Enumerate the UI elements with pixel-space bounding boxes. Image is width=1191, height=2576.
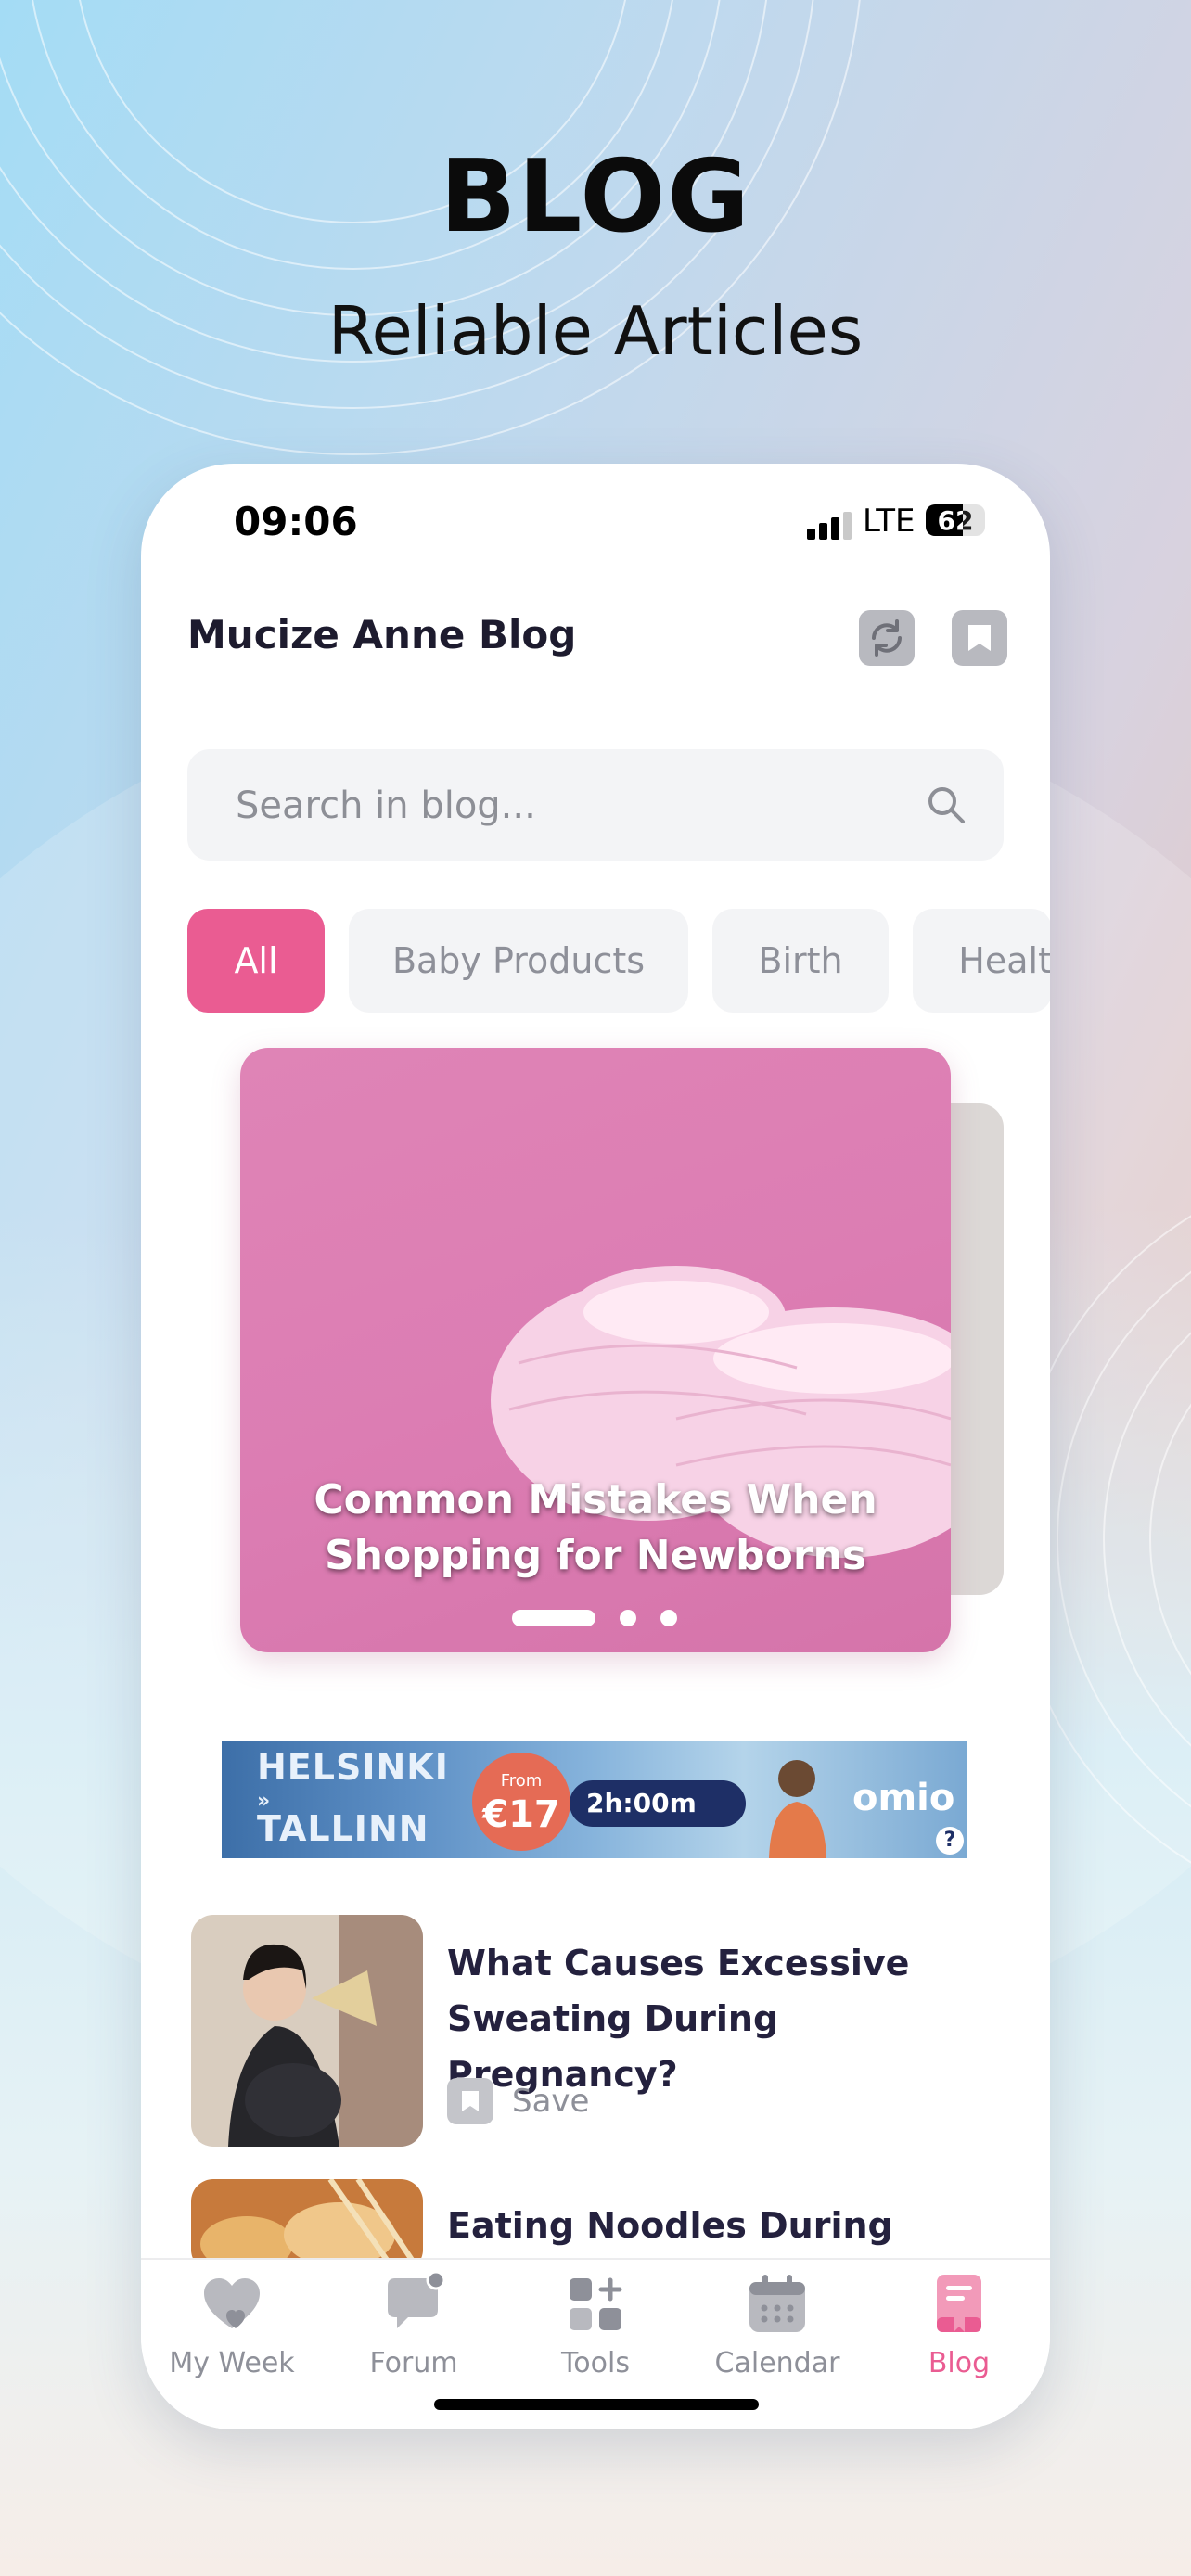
carousel-dot[interactable]: [620, 1610, 636, 1626]
tab-forum[interactable]: Forum: [323, 2273, 505, 2393]
ad-duration-text: 2h:00m: [586, 1788, 697, 1818]
ad-city-from: HELSINKI: [257, 1747, 449, 1788]
tab-label: Forum: [369, 2347, 458, 2379]
carousel-dot[interactable]: [660, 1610, 677, 1626]
ad-info-icon[interactable]: ?: [936, 1827, 964, 1855]
chip-baby-products[interactable]: Baby Products: [349, 909, 688, 1013]
search-input[interactable]: [234, 782, 905, 830]
phone-screen: 09:06 LTE 62 Mucize Anne Blog Search in …: [141, 464, 1050, 2429]
search-bar: [187, 749, 1004, 861]
ad-brand-logo: omio: [852, 1777, 955, 1819]
ad-banner[interactable]: HELSINKI » TALLINN From €17 2h:00m omio …: [222, 1741, 967, 1858]
article-thumbnail: [191, 1915, 423, 2147]
list-item[interactable]: What Causes Excessive Sweating During Pr…: [187, 1915, 1004, 2156]
home-indicator: [434, 2399, 759, 2410]
saved-articles-button[interactable]: [952, 610, 1007, 666]
chip-all[interactable]: All: [187, 909, 325, 1013]
tab-label: Blog: [928, 2347, 991, 2379]
ad-duration: 2h:00m: [570, 1780, 746, 1827]
tab-label: Calendar: [714, 2347, 840, 2379]
tab-label: Tools: [561, 2347, 630, 2379]
hero-title: BLOG: [440, 139, 751, 255]
battery-icon: 62: [926, 504, 985, 536]
tab-tools[interactable]: Tools: [505, 2273, 686, 2393]
tab-label: My Week: [169, 2347, 295, 2379]
search-icon[interactable]: [924, 783, 968, 827]
tab-blog[interactable]: Blog: [868, 2273, 1050, 2393]
ad-price: €17: [482, 1793, 560, 1836]
tab-my-week[interactable]: My Week: [141, 2273, 323, 2393]
status-time: 09:06: [234, 499, 358, 544]
refresh-button[interactable]: [859, 610, 915, 666]
carousel-dot-active[interactable]: [512, 1610, 596, 1626]
chip-label: All: [234, 940, 278, 981]
save-button[interactable]: Save: [447, 2077, 589, 2125]
ad-city-to: TALLINN: [257, 1808, 429, 1849]
refresh-icon: [872, 619, 902, 657]
status-bar: 09:06 LTE 62: [141, 491, 1050, 556]
chip-label: Healt: [958, 940, 1050, 981]
ad-person-image: [769, 1760, 826, 1858]
heart-icon: [204, 2278, 260, 2328]
bookmark-icon: [968, 625, 991, 651]
network-type: LTE: [863, 503, 916, 540]
page-title: Mucize Anne Blog: [187, 612, 577, 657]
chip-birth[interactable]: Birth: [712, 909, 889, 1013]
signal-icon: [807, 512, 852, 540]
blog-book-icon: [937, 2275, 981, 2332]
chip-label: Baby Products: [391, 940, 646, 981]
ad-price-prefix: From: [500, 1771, 543, 1791]
hero-subtitle: Reliable Articles: [327, 292, 864, 370]
carousel-indicator: [240, 1610, 951, 1628]
featured-article-title: Common Mistakes When Shopping for Newbor…: [314, 1476, 877, 1579]
battery-percent: 62: [937, 505, 974, 536]
pregnant-woman-image: [191, 1915, 423, 2147]
tab-calendar[interactable]: Calendar: [686, 2273, 868, 2393]
chip-label: Birth: [758, 940, 843, 981]
calendar-icon: [749, 2275, 805, 2332]
chip-health[interactable]: Healt: [913, 909, 1050, 1013]
featured-article-card[interactable]: Common Mistakes When Shopping for Newbor…: [240, 1048, 951, 1652]
bookmark-icon: [447, 2078, 493, 2124]
category-chips: All Baby Products Birth Healt: [187, 909, 1050, 1013]
save-label: Save: [512, 2083, 590, 2120]
tools-grid-icon: [570, 2277, 622, 2330]
chat-bubble-icon: [388, 2273, 445, 2328]
article-title: Eating Noodles During: [447, 2205, 893, 2246]
ad-price-badge: From €17: [472, 1753, 570, 1851]
